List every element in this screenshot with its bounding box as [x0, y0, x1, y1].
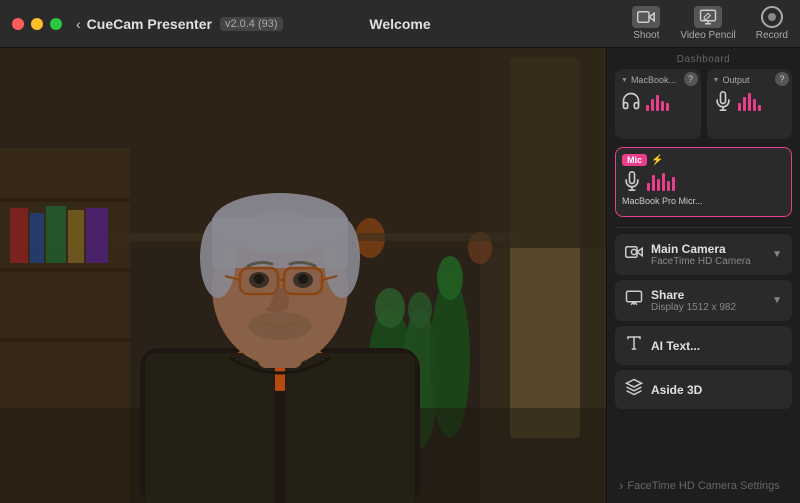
camera-feed	[0, 48, 606, 503]
card-body	[621, 89, 695, 113]
triangle-icon: ▼	[713, 77, 720, 84]
share-text: Share Display 1512 x 982	[651, 288, 764, 313]
back-button[interactable]: ‹	[76, 16, 81, 32]
traffic-lights	[12, 18, 62, 30]
shoot-button[interactable]: Shoot	[632, 6, 660, 41]
mic-lightning-icon: ⚡	[651, 155, 663, 166]
bottom-area: FaceTime HD Camera Settings	[607, 468, 800, 503]
camera-area	[0, 48, 606, 503]
audio-card-output[interactable]: ? ▼ Output	[707, 69, 793, 139]
titlebar: ‹ CueCam Presenter v2.0.4 (93) Welcome S…	[0, 0, 800, 48]
level-bars-mic	[647, 171, 675, 191]
shoot-label: Shoot	[633, 30, 659, 41]
source-row-share[interactable]: Share Display 1512 x 982 ▼	[615, 280, 792, 321]
aside-3d-text: Aside 3D	[651, 383, 782, 397]
level-bars-output	[738, 91, 761, 111]
aside-3d-icon	[625, 378, 643, 401]
source-row-text[interactable]: AI Text...	[615, 326, 792, 365]
share-name: Share	[651, 288, 764, 302]
mic-card-icon	[622, 169, 642, 193]
video-pencil-label: Video Pencil	[680, 30, 735, 41]
mic-card[interactable]: Mic ⚡	[615, 147, 792, 217]
main-camera-name: Main Camera	[651, 242, 764, 256]
chevron-icon-share: ▼	[772, 295, 782, 306]
record-label: Record	[756, 30, 788, 41]
shoot-icon	[632, 6, 660, 28]
dashboard-label: Dashboard	[607, 48, 800, 69]
triangle-icon: ▼	[621, 77, 628, 84]
monitor-icon	[625, 289, 643, 312]
source-rows: Main Camera FaceTime HD Camera ▼ Share D…	[607, 234, 800, 468]
video-pencil-icon	[694, 6, 722, 28]
headphone-icon	[621, 89, 641, 113]
settings-link[interactable]: FaceTime HD Camera Settings	[615, 472, 792, 499]
page-title: Welcome	[369, 16, 430, 32]
minimize-button[interactable]	[31, 18, 43, 30]
mic-body	[622, 169, 785, 193]
level-bars-macbook	[646, 91, 669, 111]
titlebar-actions: Shoot Video Pencil Record	[632, 6, 788, 41]
close-button[interactable]	[12, 18, 24, 30]
maximize-button[interactable]	[50, 18, 62, 30]
camera-icon	[625, 243, 643, 266]
main-content: Dashboard ? ▼ MacBook...	[0, 48, 800, 503]
source-row-main-camera[interactable]: Main Camera FaceTime HD Camera ▼	[615, 234, 792, 275]
audio-section: ? ▼ MacBook...	[607, 69, 800, 147]
video-pencil-button[interactable]: Video Pencil	[680, 6, 735, 41]
mic-name: MacBook Pro Micr...	[622, 196, 785, 206]
text-row-name: AI Text...	[651, 339, 782, 353]
right-panel: Dashboard ? ▼ MacBook...	[606, 48, 800, 503]
card-body-output	[713, 89, 787, 113]
share-sub: Display 1512 x 982	[651, 302, 764, 313]
record-button[interactable]: Record	[756, 6, 788, 41]
mic-tag: Mic	[622, 154, 647, 166]
record-icon	[758, 6, 786, 28]
divider	[615, 227, 792, 228]
source-row-aside-3d[interactable]: Aside 3D	[615, 370, 792, 409]
main-camera-sub: FaceTime HD Camera	[651, 256, 764, 267]
mic-section: Mic ⚡	[607, 147, 800, 225]
mic-icon	[713, 89, 733, 113]
text-icon	[625, 334, 643, 357]
mic-label-row: Mic ⚡	[622, 154, 785, 166]
app-title: CueCam Presenter	[87, 16, 212, 32]
version-badge: v2.0.4 (93)	[220, 17, 283, 31]
question-badge-output: ?	[775, 72, 789, 86]
main-camera-text: Main Camera FaceTime HD Camera	[651, 242, 764, 267]
aside-3d-name: Aside 3D	[651, 383, 782, 397]
question-badge: ?	[684, 72, 698, 86]
audio-card-macbook[interactable]: ? ▼ MacBook...	[615, 69, 701, 139]
scene-svg	[0, 48, 606, 503]
chevron-icon: ▼	[772, 249, 782, 260]
text-row-text: AI Text...	[651, 339, 782, 353]
